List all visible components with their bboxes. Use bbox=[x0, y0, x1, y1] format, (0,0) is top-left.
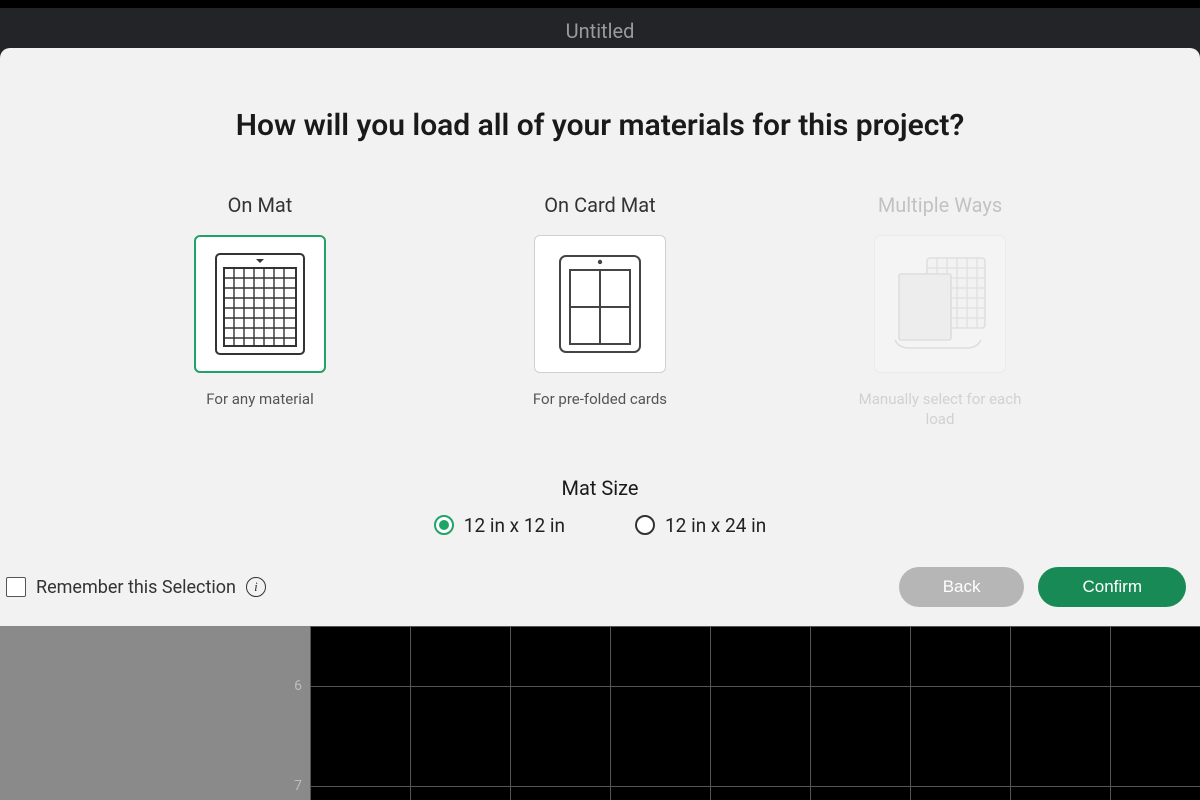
confirm-button[interactable]: Confirm bbox=[1038, 567, 1186, 607]
radio-dot-icon bbox=[434, 515, 454, 535]
canvas-grid bbox=[310, 626, 1200, 800]
option-desc: For pre-folded cards bbox=[533, 389, 667, 409]
option-on-card-mat[interactable]: On Card Mat For pre-folded cards bbox=[505, 193, 695, 430]
radio-12x12[interactable]: 12 in x 12 in bbox=[434, 514, 565, 537]
option-title: On Card Mat bbox=[544, 193, 655, 217]
option-title: On Mat bbox=[228, 193, 293, 217]
footer-buttons: Back Confirm bbox=[899, 567, 1186, 607]
mat-size-label: Mat Size bbox=[40, 476, 1160, 500]
option-card bbox=[534, 235, 666, 373]
remember-selection[interactable]: Remember this Selection i bbox=[6, 577, 266, 598]
radio-12x24[interactable]: 12 in x 24 in bbox=[635, 514, 766, 537]
option-card bbox=[874, 235, 1006, 373]
modal-heading: How will you load all of your materials … bbox=[40, 108, 1160, 143]
option-desc: For any material bbox=[206, 389, 313, 409]
option-desc: Manually select for each load bbox=[845, 389, 1035, 430]
option-card bbox=[194, 235, 326, 373]
ruler-mark: 6 bbox=[282, 678, 302, 694]
ruler-mark: 7 bbox=[282, 778, 302, 794]
remember-label: Remember this Selection bbox=[36, 577, 236, 598]
radio-label: 12 in x 24 in bbox=[665, 514, 766, 537]
info-icon[interactable]: i bbox=[246, 577, 266, 597]
option-title: Multiple Ways bbox=[878, 193, 1002, 217]
mat-grid-icon bbox=[212, 250, 308, 358]
load-options: On Mat bbox=[40, 193, 1160, 430]
radio-label: 12 in x 12 in bbox=[464, 514, 565, 537]
multiple-ways-icon bbox=[885, 250, 995, 358]
material-load-modal: How will you load all of your materials … bbox=[0, 48, 1200, 626]
card-mat-icon bbox=[552, 250, 648, 358]
modal-footer: Remember this Selection i Back Confirm bbox=[0, 564, 1200, 610]
project-title: Untitled bbox=[566, 19, 635, 43]
back-button[interactable]: Back bbox=[899, 567, 1025, 607]
option-multiple-ways: Multiple Ways bbox=[845, 193, 1035, 430]
option-on-mat[interactable]: On Mat bbox=[165, 193, 355, 430]
checkbox-icon[interactable] bbox=[6, 577, 26, 597]
mat-size-section: Mat Size 12 in x 12 in 12 in x 24 in bbox=[40, 476, 1160, 537]
radio-dot-icon bbox=[635, 515, 655, 535]
mat-size-radios: 12 in x 12 in 12 in x 24 in bbox=[40, 514, 1160, 537]
